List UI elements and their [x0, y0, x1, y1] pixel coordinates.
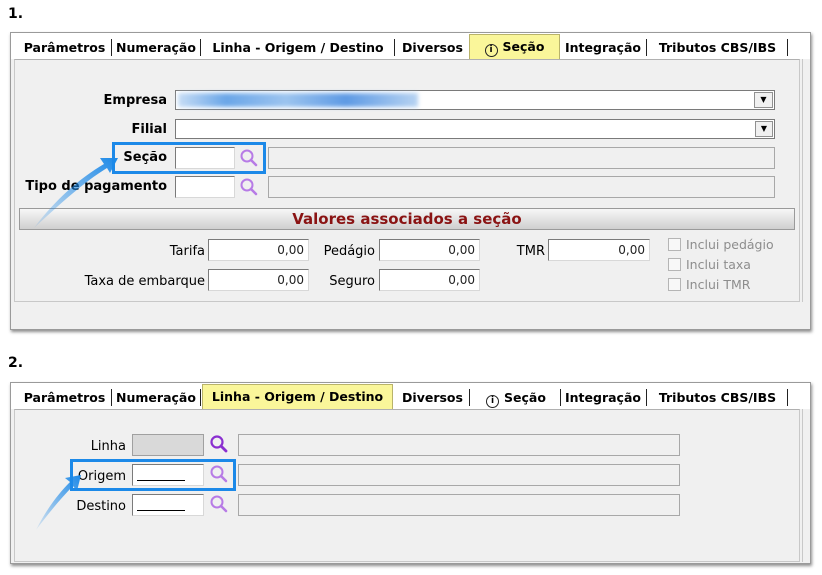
- tab-diversos[interactable]: Diversos: [397, 387, 470, 409]
- info-icon: i: [484, 44, 498, 57]
- tab-numeracao[interactable]: Numeração: [113, 37, 201, 59]
- pedagio-input[interactable]: 0,00: [379, 239, 480, 261]
- tab-diversos[interactable]: Diversos: [397, 37, 470, 59]
- tab-secao[interactable]: i Seção: [469, 34, 560, 60]
- tmr-input[interactable]: 0,00: [548, 239, 650, 261]
- inclui-tmr-label: Inclui TMR: [686, 277, 751, 292]
- inclui-taxa-checkbox[interactable]: Inclui taxa: [668, 257, 751, 272]
- empresa-label: Empresa: [103, 93, 167, 108]
- pedagio-label: Pedágio: [323, 244, 375, 259]
- tab-secao-label: Seção: [504, 390, 546, 405]
- tab-secao-label: Seção: [502, 39, 545, 54]
- tab-integracao[interactable]: Integração: [561, 387, 647, 409]
- tab-linha-origem-destino[interactable]: Linha - Origem / Destino: [202, 384, 393, 410]
- tab-numeracao[interactable]: Numeração: [113, 387, 201, 409]
- checkbox-box[interactable]: [668, 258, 681, 271]
- tab-tributos[interactable]: Tributos CBS/IBS: [649, 387, 788, 409]
- tab-parametros[interactable]: Parâmetros: [19, 37, 112, 59]
- linha-label: Linha: [90, 439, 126, 454]
- inclui-pedagio-checkbox[interactable]: Inclui pedágio: [668, 237, 774, 252]
- tipo-pagamento-code-input[interactable]: [175, 176, 235, 198]
- checkbox-box[interactable]: [668, 278, 681, 291]
- tipo-pagamento-description: [268, 176, 775, 198]
- inclui-pedagio-label: Inclui pedágio: [686, 237, 774, 252]
- tipo-pagamento-label: Tipo de pagamento: [25, 179, 167, 194]
- step-number-2: 2.: [8, 355, 24, 371]
- step-number-1: 1.: [8, 6, 24, 22]
- filial-label: Filial: [131, 122, 167, 137]
- magnifier-icon[interactable]: [208, 433, 230, 455]
- chevron-down-icon[interactable]: ▼: [754, 92, 773, 108]
- filial-select[interactable]: ▼: [175, 119, 775, 139]
- tab-bar: Parâmetros Numeração Linha - Origem / De…: [11, 33, 810, 60]
- highlight-secao: [112, 142, 266, 174]
- info-icon: i: [486, 395, 500, 408]
- seguro-label: Seguro: [329, 274, 375, 289]
- tab-bar: Parâmetros Numeração Linha - Origem / De…: [11, 383, 810, 410]
- destino-code-input[interactable]: [132, 494, 204, 516]
- tarifa-input[interactable]: 0,00: [208, 239, 309, 261]
- panel-edge: [802, 59, 810, 302]
- destino-description: [238, 494, 680, 516]
- panel-edge: [802, 409, 810, 562]
- valores-group-title: Valores associados a seção: [19, 208, 795, 230]
- tmr-label: TMR: [516, 244, 545, 259]
- destino-label: Destino: [76, 499, 126, 514]
- origem-description: [238, 464, 680, 486]
- empresa-redacted-value: [178, 93, 418, 107]
- empresa-select[interactable]: ▼: [175, 90, 775, 110]
- secao-description: [268, 147, 775, 169]
- seguro-input[interactable]: 0,00: [379, 269, 480, 291]
- tarifa-label: Tarifa: [169, 244, 205, 259]
- inclui-taxa-label: Inclui taxa: [686, 257, 751, 272]
- highlight-origem: [70, 459, 236, 491]
- tab-linha-origem-destino[interactable]: Linha - Origem / Destino: [203, 37, 395, 59]
- taxa-embarque-input[interactable]: 0,00: [208, 269, 309, 291]
- tab-parametros[interactable]: Parâmetros: [19, 387, 112, 409]
- chevron-down-icon[interactable]: ▼: [755, 121, 773, 137]
- tab-integracao[interactable]: Integração: [561, 37, 647, 59]
- inclui-tmr-checkbox[interactable]: Inclui TMR: [668, 277, 750, 292]
- input-mask: [137, 510, 185, 511]
- tab-tributos[interactable]: Tributos CBS/IBS: [649, 37, 788, 59]
- taxa-embarque-label: Taxa de embarque: [84, 274, 205, 289]
- linha-code-input[interactable]: [132, 434, 204, 456]
- linha-description: [238, 434, 680, 456]
- magnifier-icon[interactable]: [238, 176, 260, 198]
- magnifier-icon[interactable]: [208, 493, 230, 515]
- tab-secao[interactable]: i Seção: [473, 387, 561, 409]
- checkbox-box[interactable]: [668, 238, 681, 251]
